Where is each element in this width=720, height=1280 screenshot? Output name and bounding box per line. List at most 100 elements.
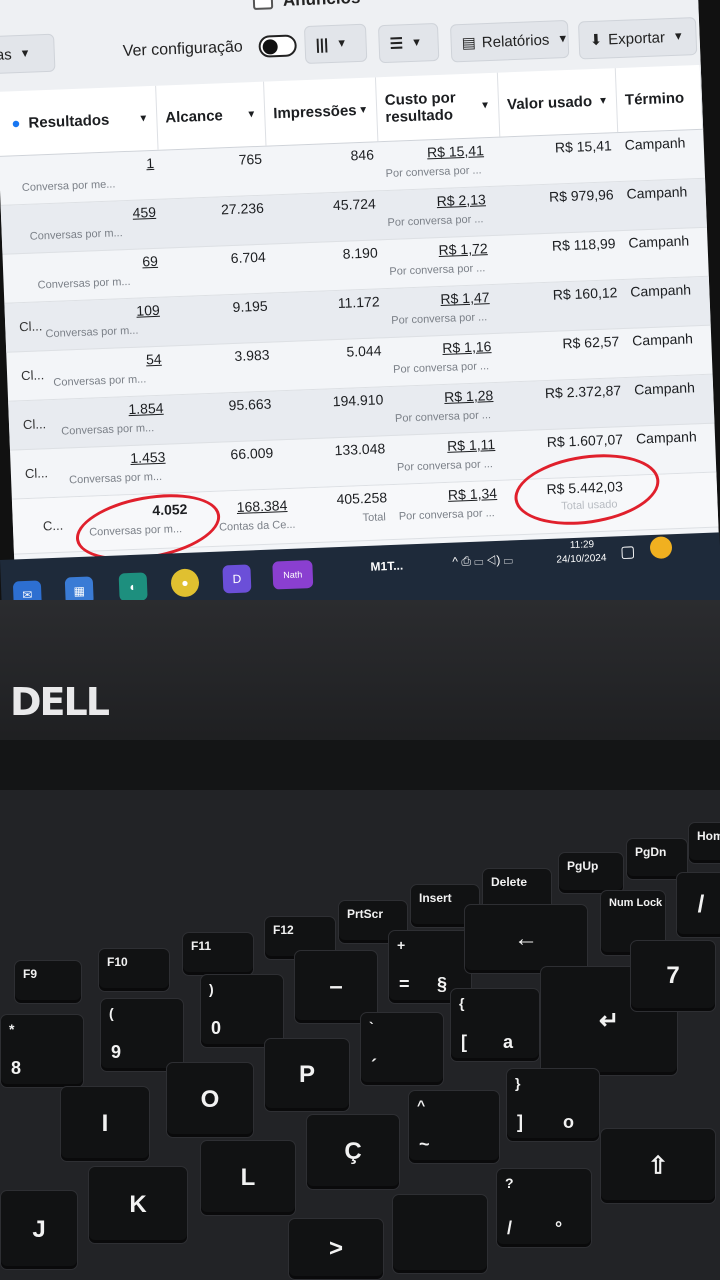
checkbox-icon[interactable]	[252, 0, 274, 10]
results-value[interactable]: 1.453	[130, 449, 166, 466]
total-impressions: 405.258	[336, 489, 388, 508]
key-lower: ~	[419, 1134, 430, 1154]
key-c-cedilla[interactable]: Ç	[306, 1114, 400, 1190]
column-amount-spent[interactable]: Valor usado ▼	[497, 68, 619, 137]
key-slash[interactable]: ? / °	[496, 1168, 592, 1248]
column-reach[interactable]: Alcance ▼	[156, 81, 267, 150]
end-value: Campanh	[630, 281, 692, 300]
results-value[interactable]: 459	[132, 204, 156, 221]
results-value[interactable]: 109	[136, 302, 160, 319]
key-i[interactable]: I	[60, 1086, 150, 1162]
results-value[interactable]: 54	[146, 351, 162, 368]
key-9[interactable]: (9	[100, 998, 184, 1072]
total-cost[interactable]: R$ 1,34	[448, 485, 498, 503]
key-pgup[interactable]: PgUp	[558, 852, 624, 894]
key-backspace[interactable]: ←	[464, 904, 588, 974]
total-reach[interactable]: 168.384	[236, 497, 287, 515]
sort-icon: ▼	[138, 112, 149, 124]
level-dropdown-label: as	[0, 45, 12, 64]
app-icon[interactable]: D	[222, 564, 252, 594]
cost-type: Por conversa por ...	[396, 458, 494, 474]
key-o[interactable]: O	[166, 1062, 254, 1138]
level-dropdown[interactable]: as ▼	[0, 33, 56, 75]
backspace-arrow-icon: ←	[514, 925, 538, 952]
key-tilde[interactable]: ^ ~	[408, 1090, 500, 1164]
reach-value: 95.663	[228, 395, 272, 414]
end-value: Campanh	[635, 428, 697, 447]
key-bracket-close[interactable]: }] o	[506, 1068, 600, 1142]
key-k[interactable]: K	[88, 1166, 188, 1244]
reach-value: 3.983	[234, 346, 270, 364]
key-0[interactable]: ) 0	[200, 974, 284, 1048]
key-period[interactable]	[392, 1194, 488, 1274]
chevron-down-icon: ▼	[19, 47, 31, 60]
cost-value[interactable]: R$ 1,11	[447, 436, 496, 454]
impressions-value: 45.724	[332, 195, 377, 214]
results-type: Conversas por m...	[45, 324, 139, 341]
key-bracket-open[interactable]: {[a	[450, 988, 540, 1062]
cost-value[interactable]: R$ 2,13	[436, 191, 486, 209]
key-upper: *	[9, 1021, 15, 1037]
key-f11[interactable]: F11	[182, 932, 254, 976]
column-label: Valor usado	[506, 92, 593, 113]
key-lower: ´	[371, 1056, 377, 1076]
key-alt: a	[503, 1032, 514, 1052]
edge-icon[interactable]: ◐	[118, 572, 148, 602]
cost-value[interactable]: R$ 1,28	[444, 387, 494, 405]
spent-value: R$ 15,41	[554, 137, 613, 156]
chevron-down-icon: ▼	[335, 37, 348, 50]
key-p[interactable]: P	[264, 1038, 350, 1112]
cost-value[interactable]: R$ 1,16	[442, 338, 492, 356]
key-label: O	[200, 1086, 220, 1113]
column-impressions[interactable]: Impressões ▼	[264, 77, 379, 146]
key-lower: 9	[111, 1042, 122, 1062]
download-icon: ⬇	[589, 31, 603, 50]
chrome-icon[interactable]: ●	[170, 568, 200, 598]
key-shift-right[interactable]: ⇧	[600, 1128, 716, 1204]
key-acute[interactable]: ` ´	[360, 1012, 444, 1086]
reports-button[interactable]: ▤ Relatórios ▼	[449, 19, 570, 63]
total-reach-type: Contas da Ce...	[218, 518, 296, 534]
cost-value[interactable]: R$ 15,41	[427, 142, 484, 160]
spent-value: R$ 118,99	[551, 235, 616, 254]
results-value[interactable]: 1.854	[128, 400, 164, 417]
end-value: Campanh	[628, 232, 690, 251]
cost-value[interactable]: R$ 1,47	[440, 289, 490, 307]
user-tile[interactable]: Nath	[272, 560, 314, 590]
view-settings-label: Ver configuração	[122, 38, 244, 61]
results-value[interactable]: 69	[142, 253, 158, 270]
weather-icon[interactable]	[649, 536, 673, 560]
key-label: Num Lock	[609, 897, 663, 909]
cost-value[interactable]: R$ 1,72	[438, 240, 488, 258]
tray-icons[interactable]: ^ ⎙ ▭ ◁) ▭	[452, 552, 513, 569]
taskbar-app-label[interactable]: M1T...	[370, 559, 403, 574]
cost-type: Por conversa por ...	[391, 311, 488, 327]
notification-icon[interactable]: ▢	[620, 542, 636, 563]
key-upper: ?	[505, 1175, 514, 1191]
key-label: Delete	[491, 875, 528, 889]
column-results[interactable]: ● Resultados ▼	[0, 85, 159, 156]
key-numpad-slash[interactable]: /	[676, 872, 720, 938]
spent-value: R$ 2.372,87	[544, 382, 622, 402]
key-upper: )	[209, 981, 214, 997]
ads-tab[interactable]: Anúncios	[252, 0, 361, 12]
key-numpad-7[interactable]: 7	[630, 940, 716, 1012]
key-f9[interactable]: F9	[14, 960, 82, 1004]
breakdown-button[interactable]: ☰ ▼	[377, 22, 440, 64]
key-l[interactable]: L	[200, 1140, 296, 1216]
key-j[interactable]: J	[0, 1190, 78, 1270]
column-end[interactable]: Término	[615, 64, 704, 133]
key-f10[interactable]: F10	[98, 948, 170, 992]
columns-button[interactable]: ||| ▼	[303, 23, 368, 65]
spent-value: R$ 979,96	[548, 186, 614, 205]
key-8[interactable]: * 8	[0, 1014, 84, 1088]
view-settings-toggle[interactable]	[258, 34, 298, 58]
key-upper: {	[459, 995, 465, 1011]
export-button[interactable]: ⬇ Exportar ▼	[577, 17, 698, 60]
key-label: L	[240, 1164, 256, 1191]
total-cost-type: Por conversa por ...	[398, 507, 495, 523]
key-home[interactable]: Hom	[688, 822, 720, 864]
column-cost-per-result[interactable]: Custo por resultado ▼	[375, 72, 501, 142]
key-comma[interactable]: >	[288, 1218, 384, 1280]
results-value[interactable]: 1	[146, 155, 154, 171]
